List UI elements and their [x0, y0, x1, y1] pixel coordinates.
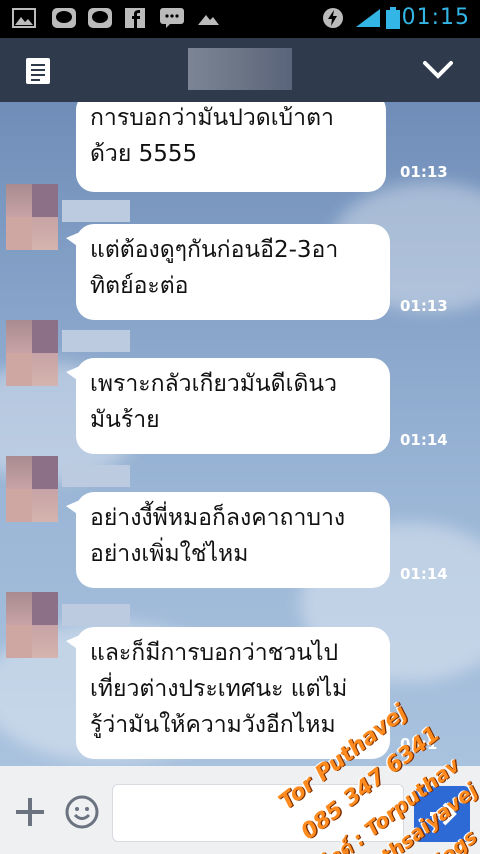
chevron-down-icon[interactable]	[422, 60, 454, 80]
battery-saver-icon	[323, 8, 343, 28]
message-time: 01:14	[400, 431, 448, 449]
cloud-icon	[198, 15, 219, 25]
bubble-tail	[66, 232, 80, 248]
gallery-icon	[12, 8, 36, 28]
message-text: มันร้าย	[90, 407, 160, 433]
plus-icon[interactable]	[14, 796, 46, 828]
avatar[interactable]	[6, 320, 58, 386]
message-bubble[interactable]: แต่ต้องดูๆกันก่อนอี2-3อา ทิตย์อะต่อ	[66, 224, 390, 320]
message-time: 01:14	[400, 565, 448, 583]
chat-header	[0, 38, 480, 102]
message-time: 01:1	[400, 735, 438, 753]
bubble-tail	[66, 500, 80, 516]
sender-name-redacted	[62, 200, 130, 222]
clock: 01:15	[401, 5, 470, 30]
send-icon	[430, 802, 457, 826]
signal-icon	[366, 13, 379, 27]
sender-name-redacted	[62, 330, 130, 352]
message-text: และก็มีการบอกว่าชวนไป	[90, 640, 339, 666]
battery-icon	[386, 7, 400, 29]
message-bubble[interactable]: เพราะกลัวเกียวมันดีเดินว มันร้าย	[66, 358, 390, 454]
line-icon	[88, 8, 112, 28]
message-text: เที่ยวต่างประเทศนะ แต่ไม่	[90, 676, 348, 702]
avatar[interactable]	[6, 592, 58, 658]
message-time: 01:13	[400, 163, 448, 181]
bubble-tail	[66, 635, 80, 651]
message-bubble[interactable]: อย่างงี้พี่หมอก็ลงคาถาบาง อย่างเพิ่มใช่ไ…	[66, 492, 390, 588]
notes-icon[interactable]	[26, 58, 50, 84]
message-bubble[interactable]: และก็มีการบอกว่าชวนไป เที่ยวต่างประเทศนะ…	[66, 627, 390, 759]
facebook-icon	[125, 8, 145, 28]
message-text: เพราะกลัวเกียวมันดีเดินว	[90, 371, 338, 397]
message-input[interactable]	[112, 784, 404, 842]
sender-name-redacted	[62, 604, 130, 626]
message-text: อย่างเพิ่มใช่ไหม	[90, 541, 249, 567]
send-button[interactable]	[414, 786, 470, 842]
chat-title-redacted	[188, 48, 292, 90]
message-text: รู้ว่ามันให้ความวังอีกไหม	[90, 712, 336, 738]
status-bar: 01:15	[0, 0, 480, 38]
bubble-tail	[66, 366, 80, 382]
sender-name-redacted	[62, 465, 130, 487]
message-text: การบอกว่ามันปวดเบ้าตา	[90, 105, 334, 131]
message-bubble[interactable]: การบอกว่ามันปวดเบ้าตา ด้วย 5555	[76, 102, 386, 192]
avatar[interactable]	[6, 456, 58, 522]
message-text: อย่างงี้พี่หมอก็ลงคาถาบาง	[90, 505, 346, 531]
avatar[interactable]	[6, 184, 58, 250]
chat-area[interactable]: การบอกว่ามันปวดเบ้าตา ด้วย 5555 01:13 แต…	[0, 102, 480, 766]
input-bar	[0, 766, 480, 854]
message-text: ด้วย 5555	[90, 141, 198, 167]
message-text: แต่ต้องดูๆกันก่อนอี2-3อา	[90, 237, 339, 263]
emoji-icon[interactable]	[64, 794, 100, 830]
line-icon	[52, 8, 76, 28]
message-time: 01:13	[400, 297, 448, 315]
message-text: ทิตย์อะต่อ	[90, 273, 189, 299]
chat-icon	[160, 8, 184, 28]
